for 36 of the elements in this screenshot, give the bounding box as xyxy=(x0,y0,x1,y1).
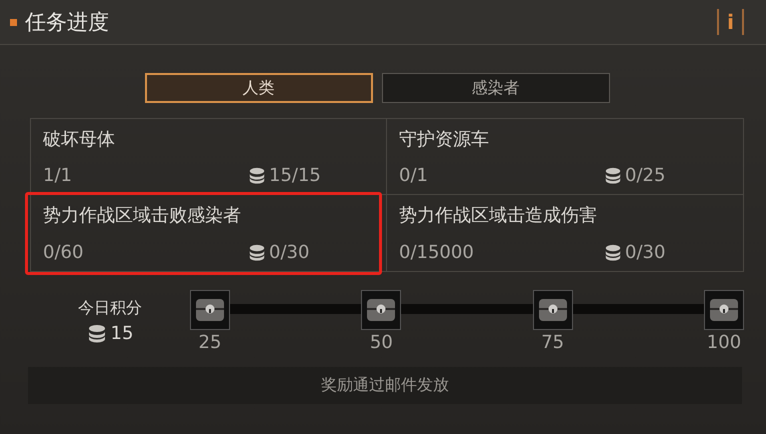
chest-icon xyxy=(538,297,568,323)
task-name: 势力作战区域击败感染者 xyxy=(43,204,242,227)
notice-text: 奖励通过邮件发放 xyxy=(321,375,449,396)
task-progress: 0/1 xyxy=(399,165,429,186)
panel-title: 任务进度 xyxy=(25,9,109,36)
reward-chest[interactable] xyxy=(190,290,230,330)
milestone-points: 100 xyxy=(706,332,742,353)
milestone-points: 75 xyxy=(541,332,564,353)
faction-tab[interactable]: 感染者 xyxy=(382,73,610,103)
task-reward: 0/30 xyxy=(269,242,310,263)
task-reward: 0/25 xyxy=(625,165,666,186)
task-name: 势力作战区域击造成伤害 xyxy=(399,204,598,227)
chest-icon xyxy=(195,297,225,323)
milestone-points: 25 xyxy=(198,332,222,353)
title-marker-icon xyxy=(10,18,17,26)
task-name: 破坏母体 xyxy=(43,128,116,151)
reward-chest[interactable] xyxy=(704,290,744,330)
faction-tab[interactable]: 人类 xyxy=(144,73,372,103)
task-reward: 0/30 xyxy=(625,242,666,263)
coin-stack-icon xyxy=(86,324,107,344)
coin-stack-icon xyxy=(604,244,622,262)
task-progress: 1/1 xyxy=(43,165,73,186)
coin-stack-icon xyxy=(248,244,266,262)
milestone-points: 50 xyxy=(370,332,393,353)
info-button[interactable]: i xyxy=(717,9,744,35)
daily-points-value: 15 xyxy=(110,323,134,344)
task-name: 守护资源车 xyxy=(399,128,490,151)
task-reward: 15/15 xyxy=(269,165,321,186)
chest-icon xyxy=(708,297,739,323)
task-progress: 0/15000 xyxy=(399,242,475,263)
chest-icon xyxy=(366,297,396,323)
reward-chest[interactable] xyxy=(532,290,573,330)
reward-chest[interactable] xyxy=(361,290,402,330)
daily-points-label: 今日积分 xyxy=(78,298,142,319)
coin-stack-icon xyxy=(604,166,622,184)
coin-stack-icon xyxy=(248,166,266,184)
